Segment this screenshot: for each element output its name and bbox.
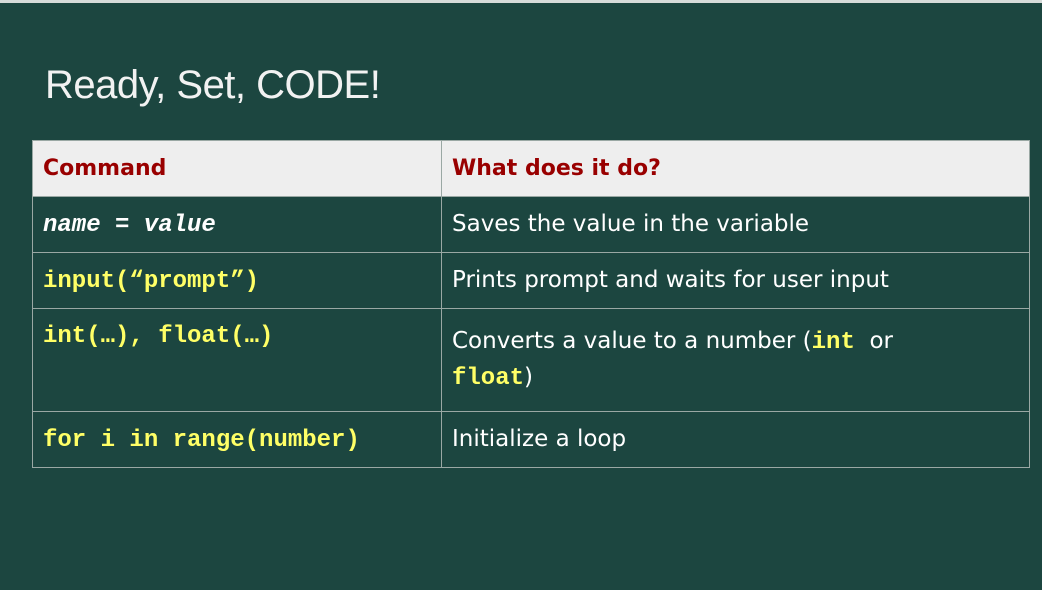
table-row: for i in range(number) Initialize a loop: [32, 411, 1030, 468]
table-header-row: Command What does it do?: [32, 140, 1030, 197]
header-description: What does it do?: [441, 140, 1030, 197]
description-mid: or: [854, 328, 901, 354]
description-code-int: int: [811, 329, 855, 356]
table-row: int(…), float(…) Converts a value to a n…: [32, 308, 1030, 412]
description-text: Saves the value in the variable: [452, 211, 810, 237]
command-cell: for i in range(number): [32, 411, 442, 468]
description-prefix: Converts a value to a number (: [452, 328, 812, 354]
table-row: input(“prompt”) Prints prompt and waits …: [32, 252, 1030, 309]
header-command: Command: [32, 140, 442, 197]
command-cell: int(…), float(…): [32, 308, 442, 412]
description-cell: Converts a value to a number (int or flo…: [441, 308, 1030, 412]
command-code: name = value: [43, 212, 216, 239]
command-cell: input(“prompt”): [32, 252, 442, 309]
command-code: input(“prompt”): [43, 268, 260, 295]
description-text: Converts a value to a number (int or flo…: [452, 324, 1019, 396]
description-cell: Saves the value in the variable: [441, 196, 1030, 253]
slide-title: Ready, Set, CODE!: [45, 63, 381, 107]
description-text: Initialize a loop: [452, 426, 627, 452]
table-row: name = value Saves the value in the vari…: [32, 196, 1030, 253]
description-code-float: float: [452, 365, 525, 392]
command-code: int(…), float(…): [43, 323, 274, 350]
description-cell: Prints prompt and waits for user input: [441, 252, 1030, 309]
command-cell: name = value: [32, 196, 442, 253]
command-code: for i in range(number): [43, 427, 360, 454]
description-cell: Initialize a loop: [441, 411, 1030, 468]
description-text: Prints prompt and waits for user input: [452, 267, 889, 293]
top-rule: [0, 0, 1042, 3]
description-suffix: ): [524, 364, 533, 390]
command-table: Command What does it do? name = value Sa…: [32, 140, 1030, 468]
